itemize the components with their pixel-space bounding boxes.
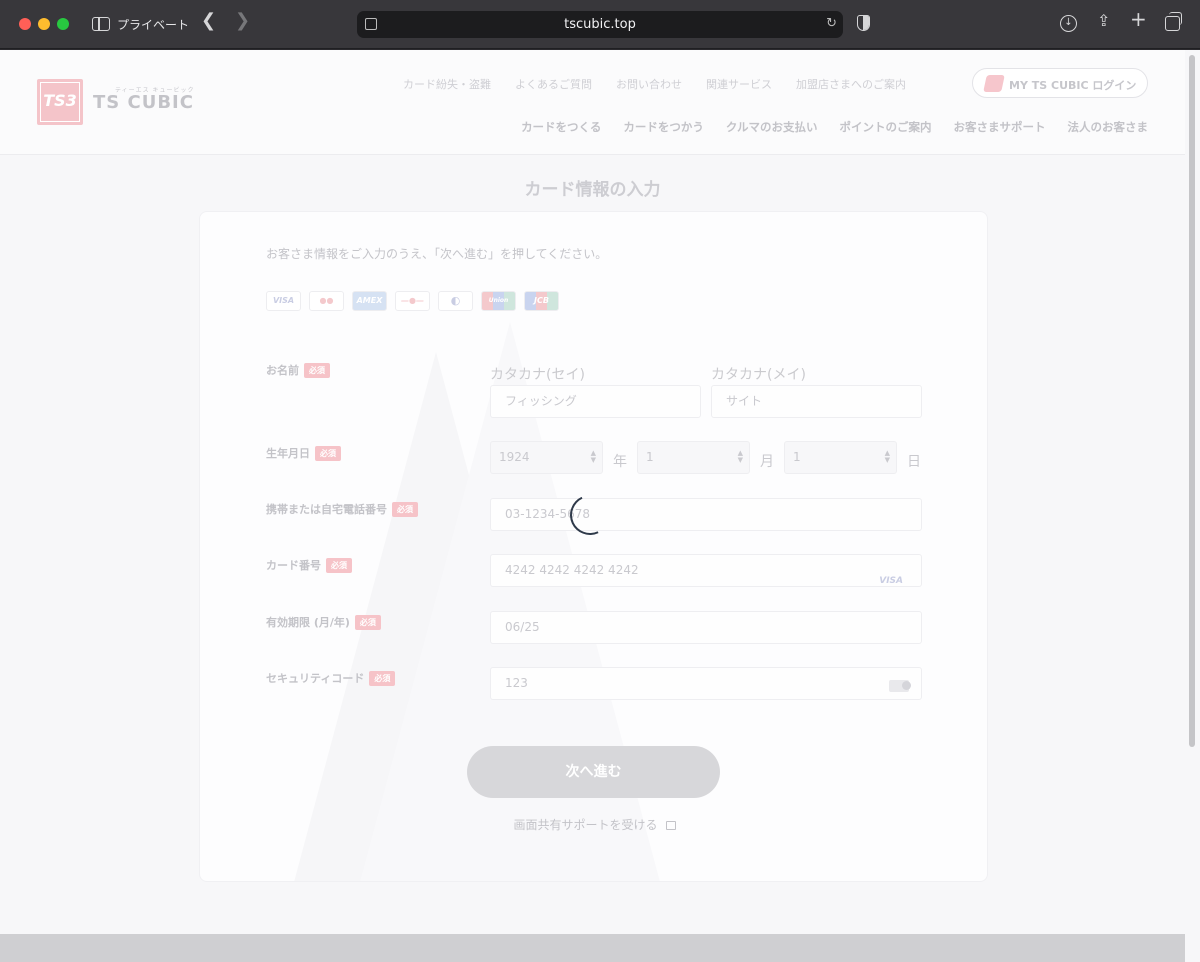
- shield-icon[interactable]: [857, 15, 870, 31]
- first-name-kana-input[interactable]: サイト: [711, 385, 922, 418]
- download-icon[interactable]: ↓: [1060, 15, 1077, 32]
- birth-year-select[interactable]: 1924 ▲ ▼: [490, 441, 603, 474]
- required-badge: 必須: [326, 557, 352, 573]
- private-mode-label[interactable]: プライベート: [117, 16, 189, 33]
- required-badge: 必須: [369, 670, 396, 686]
- expiry-input[interactable]: 06/25: [490, 611, 922, 644]
- close-window-button[interactable]: [19, 18, 31, 30]
- mei-label: カタカナ(メイ): [711, 367, 806, 383]
- discover-logo: —●—: [395, 291, 430, 311]
- nav-points[interactable]: ポイントのご案内: [840, 119, 932, 135]
- screen-share-support-text: 画面共有サポートを受ける: [513, 818, 658, 832]
- phone-label-text: 携帯または自宅電話番号: [266, 503, 387, 516]
- card-number-label-text: カード番号: [266, 559, 321, 572]
- browser-toolbar: プライベート ❮ ❯ tscubic.top ↻ ↓ ⇪ +: [0, 0, 1200, 49]
- nav-use-card[interactable]: カードをつかう: [623, 119, 704, 135]
- cvc-label-text: セキュリティコード: [266, 672, 365, 685]
- zoom-window-button[interactable]: [57, 18, 69, 30]
- address-bar[interactable]: tscubic.top ↻: [357, 11, 843, 38]
- chevron-updown-icon: ▲ ▼: [737, 449, 743, 464]
- chevron-right-icon[interactable]: ❯: [235, 12, 250, 30]
- expiry-label: 有効期限 (月/年) 必須: [266, 614, 381, 630]
- login-button[interactable]: MY TS CUBIC ログイン: [972, 68, 1148, 98]
- nav-support[interactable]: お客さまサポート: [954, 119, 1046, 135]
- chevron-updown-icon: ▲ ▼: [884, 449, 890, 464]
- name-label-text: お名前: [266, 364, 299, 377]
- unionpay-logo: Union: [481, 291, 516, 311]
- login-label: MY TS CUBIC ログイン: [1009, 79, 1137, 92]
- required-badge: 必須: [315, 445, 341, 461]
- nav-make-card[interactable]: カードをつくる: [521, 119, 601, 135]
- card-brand-indicator: VISA: [879, 576, 903, 586]
- chevron-updown-icon: ▲ ▼: [590, 449, 596, 464]
- month-unit: 月: [760, 454, 774, 470]
- phone-label: 携帯または自宅電話番号 必須: [266, 501, 418, 517]
- util-link-merchants[interactable]: 加盟店さまへのご案内: [796, 76, 906, 92]
- screen-share-support-link[interactable]: 画面共有サポートを受ける: [200, 816, 987, 833]
- card-brand-list: VISA ●● AMEX —●— ◐ Union JCB: [266, 291, 559, 311]
- mastercard-logo: ●●: [309, 291, 344, 311]
- card-number-label: カード番号 必須: [266, 557, 352, 573]
- tabs-icon[interactable]: [1165, 12, 1182, 31]
- diners-logo: ◐: [438, 291, 473, 311]
- nav-car-payment[interactable]: クルマのお支払い: [726, 119, 818, 135]
- day-unit: 日: [907, 454, 921, 470]
- card-number-input[interactable]: 4242 4242 4242 4242 VISA: [490, 554, 922, 587]
- cvc-label: セキュリティコード 必須: [266, 670, 396, 686]
- next-button[interactable]: 次へ進む: [467, 746, 720, 798]
- share-icon[interactable]: ⇪: [1097, 13, 1110, 29]
- brand-name[interactable]: TS CUBIC: [93, 92, 194, 113]
- amex-logo: AMEX: [352, 291, 387, 311]
- birthdate-label-text: 生年月日: [266, 447, 310, 460]
- card-number-value: 4242 4242 4242 4242: [505, 563, 639, 577]
- cvc-input[interactable]: 123: [490, 667, 922, 700]
- name-label: お名前 必須: [266, 362, 330, 378]
- phone-input[interactable]: 03-1234-5678: [490, 498, 922, 531]
- page-title: カード情報の入力: [524, 180, 661, 200]
- nav-corporate[interactable]: 法人のお客さま: [1068, 119, 1149, 135]
- chevron-left-icon[interactable]: ❮: [201, 12, 216, 30]
- required-badge: 必須: [392, 501, 418, 517]
- card-info-form: お客さま情報をご入力のうえ、「次へ進む」を押してください。 VISA ●● AM…: [199, 211, 988, 882]
- cvc-card-icon: [889, 680, 911, 692]
- web-page: TS3 ティーエス キュービック TS CUBIC カード紛失・盗難 よくあるご…: [0, 50, 1200, 962]
- minimize-window-button[interactable]: [38, 18, 50, 30]
- year-unit: 年: [613, 454, 627, 470]
- birth-month-value: 1: [646, 450, 654, 464]
- last-name-kana-input[interactable]: フィッシング: [490, 385, 701, 418]
- required-badge: 必須: [304, 362, 330, 378]
- birth-month-select[interactable]: 1 ▲ ▼: [637, 441, 750, 474]
- visa-logo: VISA: [266, 291, 301, 311]
- birth-year-value: 1924: [499, 450, 530, 464]
- footer-band: [0, 934, 1185, 962]
- util-link-contact[interactable]: お問い合わせ: [616, 76, 682, 92]
- external-window-icon: [665, 821, 676, 830]
- birthdate-label: 生年月日 必須: [266, 445, 341, 461]
- jcb-logo: JCB: [524, 291, 559, 311]
- birth-day-value: 1: [793, 450, 801, 464]
- expiry-label-text: 有効期限 (月/年): [266, 616, 350, 629]
- logo-text: TS3: [40, 82, 80, 122]
- site-logo[interactable]: TS3: [37, 79, 83, 125]
- my-ts-cubic-logo-icon: [983, 75, 1005, 92]
- required-badge: 必須: [354, 614, 381, 630]
- birth-day-select[interactable]: 1 ▲ ▼: [784, 441, 897, 474]
- cvc-value: 123: [505, 676, 528, 690]
- util-link-faq[interactable]: よくあるご質問: [515, 76, 592, 92]
- reload-icon[interactable]: ↻: [826, 16, 837, 31]
- plus-icon[interactable]: +: [1130, 9, 1147, 29]
- utility-nav: カード紛失・盗難 よくあるご質問 お問い合わせ 関連サービス 加盟店さまへのご案…: [403, 76, 906, 92]
- url-text[interactable]: tscubic.top: [357, 17, 843, 32]
- util-link-lost-card[interactable]: カード紛失・盗難: [403, 76, 491, 92]
- util-link-related[interactable]: 関連サービス: [706, 76, 772, 92]
- site-header: TS3 ティーエス キュービック TS CUBIC カード紛失・盗難 よくあるご…: [0, 50, 1185, 155]
- form-intro: お客さま情報をご入力のうえ、「次へ進む」を押してください。: [266, 247, 608, 261]
- sidebar-icon[interactable]: [92, 17, 110, 31]
- main-nav: カードをつくる カードをつかう クルマのお支払い ポイントのご案内 お客さまサポ…: [521, 119, 1148, 135]
- sei-label: カタカナ(セイ): [490, 367, 585, 383]
- page-scrollbar[interactable]: [1189, 55, 1195, 747]
